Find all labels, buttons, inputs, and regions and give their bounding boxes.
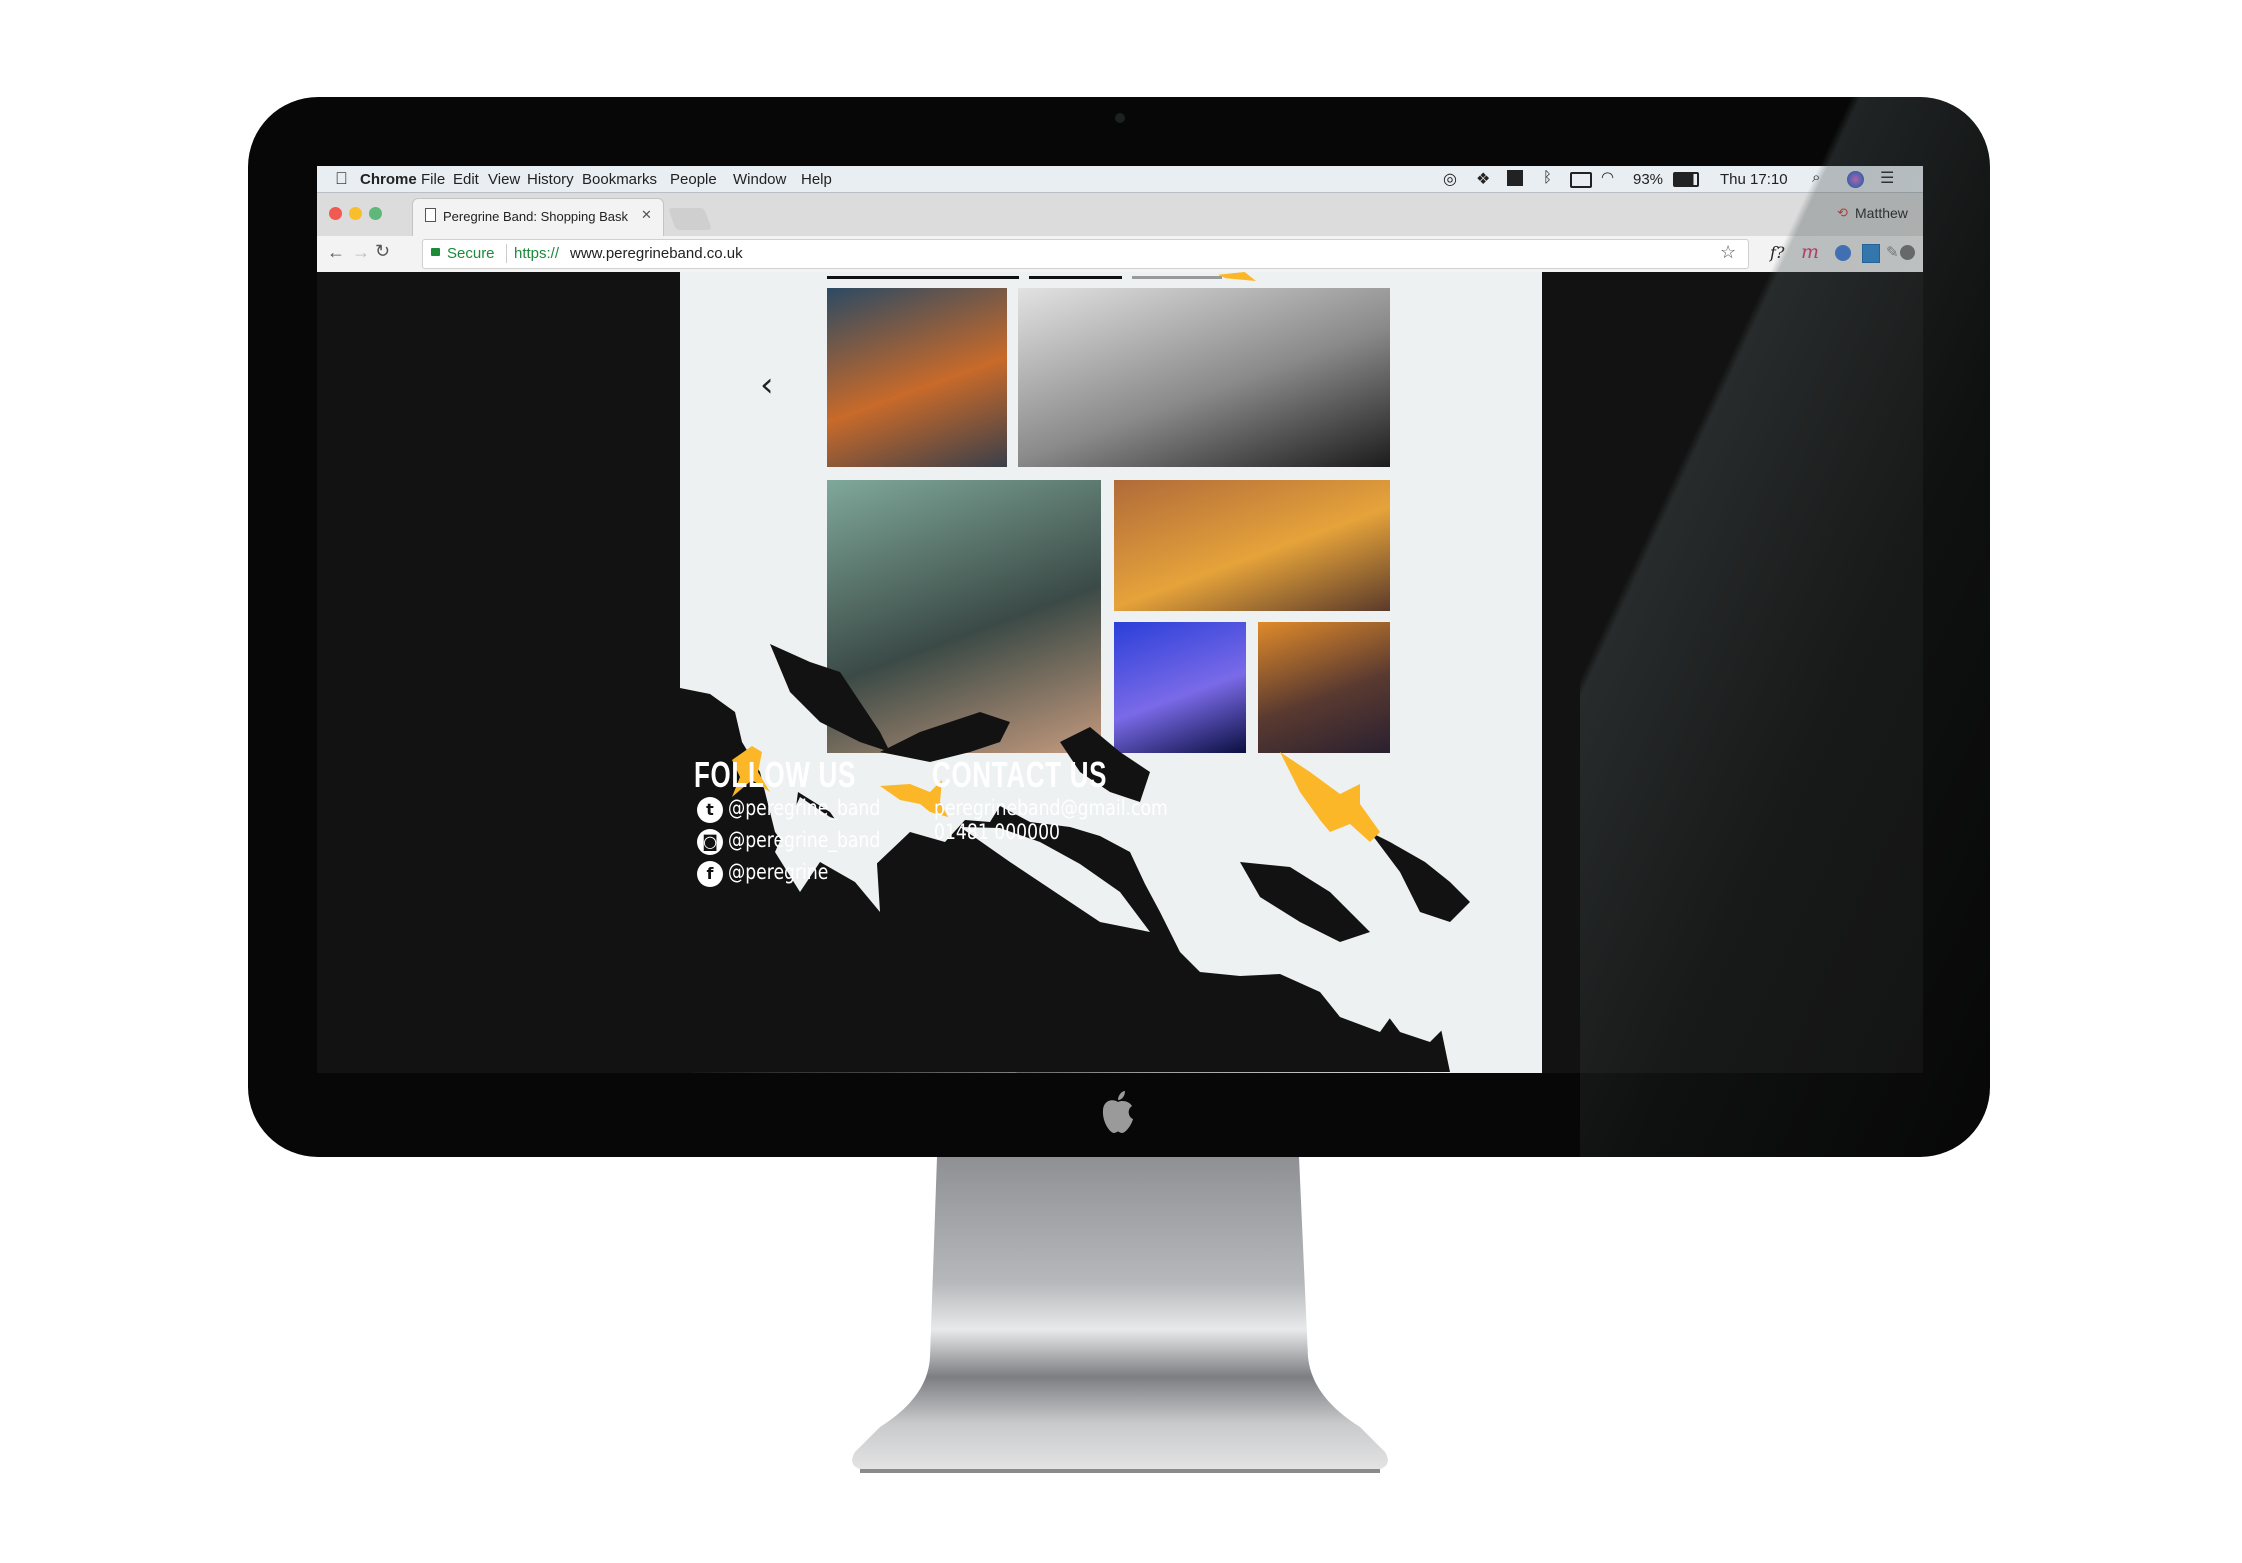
new-tab-button[interactable] bbox=[667, 208, 713, 230]
m-extension-icon[interactable]: m bbox=[1801, 241, 1819, 263]
menu-edit[interactable]: Edit bbox=[453, 171, 479, 188]
page-content-column: ‹ › bbox=[680, 272, 1542, 1073]
minimize-window-button[interactable] bbox=[349, 207, 362, 220]
dark-flock-bird bbox=[1240, 862, 1370, 942]
app-icon[interactable] bbox=[1507, 170, 1523, 186]
wordpress-extension-icon[interactable] bbox=[1900, 245, 1915, 260]
follow-us-heading: FOLLOW US bbox=[694, 754, 856, 795]
page-icon bbox=[425, 208, 436, 222]
dropbox-icon[interactable]: ❖ bbox=[1476, 169, 1490, 189]
notification-center-icon[interactable]: ☰ bbox=[1880, 168, 1894, 188]
keyboard-icon[interactable] bbox=[1570, 172, 1592, 188]
dark-flock-bird bbox=[1370, 832, 1470, 922]
tab-title: Peregrine Band: Shopping Bask bbox=[443, 209, 629, 224]
contact-phone: 01481 000000 bbox=[934, 820, 1060, 844]
siri-icon[interactable] bbox=[1847, 171, 1864, 188]
facebook-icon[interactable]: f bbox=[697, 861, 723, 887]
contact-email[interactable]: peregrineband@gmail.com bbox=[934, 796, 1168, 820]
address-bar[interactable]: Secure https:// www.peregrineband.co.uk … bbox=[422, 239, 1749, 269]
menu-bar:  Chrome File Edit View History Bookmark… bbox=[317, 166, 1923, 193]
search-icon[interactable]: ⌕ bbox=[1812, 169, 1820, 186]
yellow-bird bbox=[1280, 752, 1380, 842]
menu-history[interactable]: History bbox=[527, 171, 574, 188]
tab-close-icon[interactable]: ✕ bbox=[641, 207, 652, 223]
menu-people[interactable]: People bbox=[670, 171, 717, 188]
whatfont-extension-icon[interactable]: f? bbox=[1770, 243, 1785, 262]
monitor-stand bbox=[852, 1157, 1388, 1473]
url-host: www.peregrineband.co.uk bbox=[570, 245, 743, 262]
creative-cloud-icon[interactable]: ◎ bbox=[1443, 169, 1457, 189]
twitter-handle[interactable]: @peregrine_band bbox=[728, 796, 880, 820]
tab-active[interactable]: Peregrine Band: Shopping Bask ✕ bbox=[412, 198, 664, 237]
menu-bookmarks[interactable]: Bookmarks bbox=[582, 171, 657, 188]
reload-button[interactable]: ↻ bbox=[375, 241, 390, 262]
bird-flock-graphic bbox=[680, 644, 1470, 1073]
toolbar: ← → ↻ Secure https:// www.peregrineband.… bbox=[317, 236, 1923, 273]
camera bbox=[1115, 113, 1125, 123]
profile-name[interactable]: Matthew bbox=[1855, 205, 1908, 221]
twitter-icon[interactable]: t bbox=[697, 797, 723, 823]
url-scheme: https:// bbox=[514, 245, 560, 262]
forward-button[interactable]: → bbox=[352, 242, 370, 263]
menu-app-name[interactable]: Chrome bbox=[360, 171, 417, 188]
clock[interactable]: Thu 17:10 bbox=[1720, 171, 1788, 188]
instagram-icon[interactable]: ◙ bbox=[697, 829, 723, 855]
lock-icon bbox=[431, 248, 440, 256]
s-extension-icon[interactable] bbox=[1862, 244, 1880, 263]
apple-logo-icon bbox=[1102, 1091, 1133, 1133]
menu-view[interactable]: View bbox=[488, 171, 520, 188]
bookmark-star-icon[interactable]: ☆ bbox=[1720, 242, 1736, 263]
contact-us-heading: CONTACT US bbox=[932, 754, 1108, 795]
sync-error-icon[interactable]: ⟲ bbox=[1837, 205, 1848, 221]
secure-label: Secure bbox=[447, 245, 495, 262]
wifi-icon[interactable]: ◠ bbox=[1601, 168, 1614, 186]
menu-file[interactable]: File bbox=[421, 171, 445, 188]
web-page: ‹ › bbox=[317, 272, 1923, 1073]
menu-window[interactable]: Window bbox=[733, 171, 786, 188]
chrome-menu-icon[interactable]: ⋮ bbox=[1917, 241, 1923, 262]
battery-percent: 93% bbox=[1633, 171, 1664, 188]
bluetooth-icon[interactable]: ᛒ bbox=[1543, 169, 1552, 186]
dark-flock-bird bbox=[770, 644, 890, 752]
separator bbox=[506, 244, 507, 263]
close-window-button[interactable] bbox=[329, 207, 342, 220]
screen:  Chrome File Edit View History Bookmark… bbox=[317, 166, 1923, 1073]
facebook-handle[interactable]: @peregrine bbox=[728, 860, 828, 884]
navigation-extension-icon[interactable] bbox=[1835, 245, 1851, 261]
back-button[interactable]: ← bbox=[327, 242, 345, 263]
menu-help[interactable]: Help bbox=[801, 171, 832, 188]
apple-menu-icon[interactable]:  bbox=[335, 169, 348, 189]
battery-icon[interactable] bbox=[1673, 172, 1699, 187]
eyedropper-extension-icon[interactable]: ✎ bbox=[1886, 243, 1899, 261]
tab-strip: Peregrine Band: Shopping Bask ✕ ⟲ Matthe… bbox=[317, 193, 1923, 237]
instagram-handle[interactable]: @peregrine_band bbox=[728, 828, 880, 852]
zoom-window-button[interactable] bbox=[369, 207, 382, 220]
